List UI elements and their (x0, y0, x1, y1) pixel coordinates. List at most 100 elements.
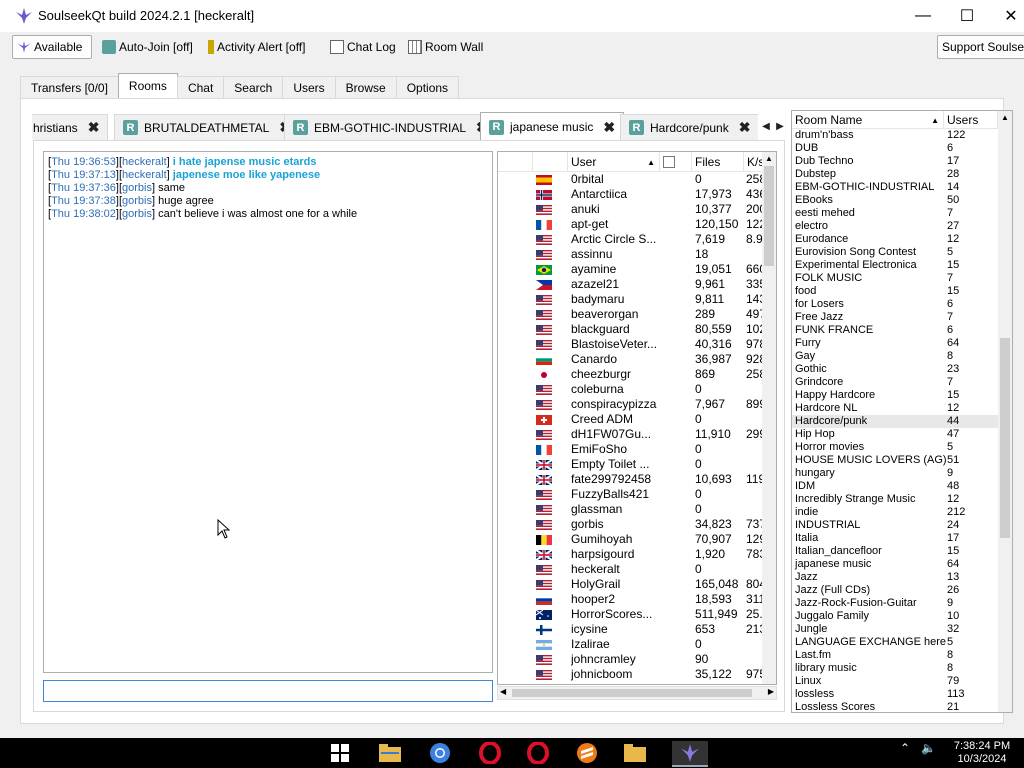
room-row[interactable]: EBM-GOTHIC-INDUSTRIAL 14 (792, 181, 998, 194)
user-row[interactable]: apt-get 120,150 122 (498, 217, 766, 232)
scroll-right-icon[interactable]: ▶ (768, 687, 774, 696)
user-row[interactable]: Antarctiica 17,973 436 (498, 187, 766, 202)
chat-nick[interactable]: gorbis (122, 195, 152, 207)
files-column-header[interactable]: Files (692, 152, 744, 172)
room-row[interactable]: Incredibly Strange Music 12 (792, 493, 998, 506)
room-row[interactable]: FUNK FRANCE 6 (792, 324, 998, 337)
room-row[interactable]: Jazz 13 (792, 571, 998, 584)
tab-chat[interactable]: Chat (176, 76, 225, 98)
room-row[interactable]: Free Jazz 7 (792, 311, 998, 324)
tab-search[interactable]: Search (223, 76, 284, 98)
user-row[interactable]: assinnu 18 (498, 247, 763, 262)
room-row[interactable]: drum'n'bass 122 (792, 129, 998, 142)
room-row[interactable]: for Losers 6 (792, 298, 998, 311)
user-row[interactable]: fate299792458 10,693 119 (498, 472, 765, 487)
tab-rooms[interactable]: Rooms (117, 73, 178, 98)
room-tab-japanese-music[interactable]: R japanese music ✖ (480, 112, 625, 140)
maximize-button[interactable]: ☐ (944, 0, 990, 32)
room-row[interactable]: Linux 79 (792, 675, 998, 688)
minimize-button[interactable]: — (900, 0, 946, 32)
room-row[interactable]: Hardcore NL 12 (792, 402, 998, 415)
scroll-thumb[interactable] (1000, 338, 1010, 538)
room-row[interactable]: Last.fm 8 (792, 649, 998, 662)
file-explorer-icon[interactable] (378, 741, 402, 765)
room-row[interactable]: DUB 6 (792, 142, 998, 155)
users-column-header[interactable]: Users (944, 111, 998, 129)
close-window-button[interactable]: ✕ (988, 0, 1024, 32)
scroll-thumb[interactable] (764, 166, 774, 266)
user-row[interactable]: anuki 10,377 200 (498, 202, 766, 217)
close-icon[interactable]: ✖ (739, 119, 751, 136)
chat-nick[interactable]: heckeralt (122, 156, 167, 168)
tab-transfers[interactable]: Transfers [0/0] (20, 76, 119, 98)
user-row[interactable]: dH1FW07Gu... 11,910 299 (498, 427, 766, 442)
user-row[interactable]: heckeralt 0 (498, 562, 763, 577)
chat-nick[interactable]: heckeralt (122, 169, 167, 181)
status-column-header[interactable] (498, 152, 533, 172)
flag-column-header[interactable] (533, 152, 568, 172)
room-row[interactable]: Gay 8 (792, 350, 998, 363)
tab-options[interactable]: Options (395, 76, 460, 98)
scroll-left-icon[interactable]: ◀ (500, 687, 506, 696)
taskbar-clock[interactable]: 7:38:24 PM 10/3/2024 (952, 740, 1012, 766)
volume-icon[interactable]: 🔈 (921, 741, 936, 755)
user-row[interactable]: BlastoiseVeter... 40,316 978 (498, 337, 766, 352)
room-row[interactable]: Hardcore/punk 44 (792, 415, 998, 428)
room-tab-ebm-gothic-industrial[interactable]: R EBM-GOTHIC-INDUSTRIAL ✖ (284, 114, 497, 140)
room-row[interactable]: eesti mehed 7 (792, 207, 998, 220)
chat-nick[interactable]: gorbis (122, 182, 152, 194)
room-row[interactable]: IDM 48 (792, 480, 998, 493)
user-row[interactable]: beaverorgan 289 497 (498, 307, 766, 322)
scroll-up-icon[interactable]: ▲ (762, 152, 776, 166)
user-row[interactable]: Gumihoyah 70,907 129 (498, 532, 766, 547)
room-row[interactable]: LANGUAGE EXCHANGE here 5 (792, 636, 998, 649)
room-row[interactable]: Dubstep 28 (792, 168, 998, 181)
room-row[interactable]: Italian_dancefloor 15 (792, 545, 998, 558)
room-row[interactable]: library music 8 (792, 662, 998, 675)
opera-icon[interactable] (478, 741, 502, 765)
rooms-list-scrollbar[interactable]: ▲ (998, 111, 1012, 712)
scroll-up-icon[interactable]: ▲ (998, 111, 1012, 125)
user-row[interactable]: Empty Toilet ... 0 (498, 457, 763, 472)
room-tab-hardcore-punk[interactable]: R Hardcore/punk ✖ (620, 114, 758, 140)
chevron-up-icon[interactable]: ⌃ (900, 741, 910, 755)
close-icon[interactable]: ✖ (88, 119, 100, 136)
tab-browse[interactable]: Browse (334, 76, 397, 98)
tab-scroll-left-icon[interactable]: ◀ (759, 114, 773, 138)
room-row[interactable]: Italia 17 (792, 532, 998, 545)
room-row[interactable]: Dub Techno 17 (792, 155, 998, 168)
user-list-hscrollbar[interactable]: ◀ ▶ (497, 686, 777, 700)
hscroll-thumb[interactable] (512, 689, 752, 697)
chat-log-button[interactable]: Chat Log (326, 35, 400, 59)
user-row[interactable]: blackguard 80,559 102 (498, 322, 766, 337)
user-row[interactable]: Creed ADM 0 (498, 412, 763, 427)
sublime-icon[interactable] (575, 741, 599, 765)
chat-message-input[interactable] (43, 680, 493, 702)
tab-scroll-right-icon[interactable]: ▶ (773, 114, 787, 138)
activity-alert-button[interactable]: Activity Alert [off] (204, 35, 309, 59)
chrome-icon[interactable] (428, 741, 452, 765)
user-column-header[interactable]: User ▲ (568, 152, 660, 172)
user-row[interactable]: Arctic Circle S... 7,619 8.9 (498, 232, 763, 247)
close-icon[interactable]: ✖ (603, 119, 615, 136)
shared-column-header[interactable] (660, 152, 692, 172)
room-wall-button[interactable]: Room Wall (404, 35, 487, 59)
user-row[interactable]: HorrorScores... 511,949 25. (498, 607, 763, 622)
room-row[interactable]: Lossless Scores 21 (792, 701, 998, 712)
room-row[interactable]: electro 27 (792, 220, 998, 233)
room-row[interactable]: hungary 9 (792, 467, 998, 480)
room-tab-christians[interactable]: hristians ✖ (32, 114, 109, 140)
room-row[interactable]: Horror movies 5 (792, 441, 998, 454)
user-row[interactable]: johnicboom 35,122 975 (498, 667, 766, 682)
user-row[interactable]: cheezburgr 869 258 (498, 367, 766, 382)
room-row[interactable]: EBooks 50 (792, 194, 998, 207)
user-row[interactable]: FuzzyBalls421 0 (498, 487, 763, 502)
auto-join-button[interactable]: Auto-Join [off] (98, 35, 197, 59)
user-row[interactable]: Izalirae 0 (498, 637, 763, 652)
room-row[interactable]: Gothic 23 (792, 363, 998, 376)
user-row[interactable]: icysine 653 213 (498, 622, 766, 637)
room-tab-brutaldeathmetal[interactable]: R BRUTALDEATHMETAL ✖ (114, 114, 301, 140)
support-button[interactable]: Support Soulseek (937, 35, 1024, 59)
soulseek-taskbar-icon[interactable] (672, 741, 708, 765)
room-row[interactable]: lossless 113 (792, 688, 998, 701)
